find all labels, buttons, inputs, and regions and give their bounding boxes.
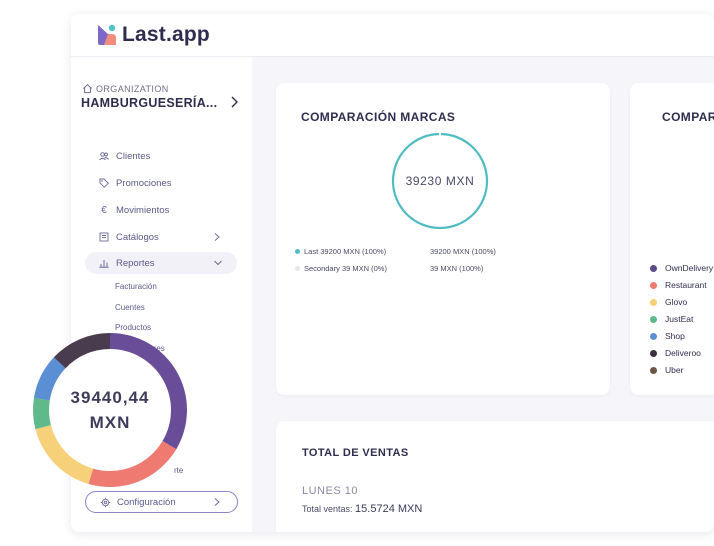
sidebar-item-catalogos[interactable]: Catálogos <box>85 226 237 248</box>
legend-dot <box>650 332 657 340</box>
sidebar-item-label: Movimientos <box>116 204 170 216</box>
chevron-right-icon[interactable] <box>229 95 239 109</box>
legend-dot <box>295 249 300 254</box>
logo-text: Last.app <box>122 23 210 46</box>
legend-value-text: 39200 MXN (100%) <box>430 247 496 256</box>
org-label: ORGANIZATION <box>96 84 169 94</box>
sidebar-item-reportes[interactable]: Reportes <box>85 252 237 274</box>
brand-label: JustEat <box>665 314 694 324</box>
legend-label: Secondary 39 MXN (0%) <box>304 264 387 273</box>
legend-item: Secondary 39 MXN (0%) <box>295 264 387 273</box>
home-icon <box>83 83 92 94</box>
brand-label: Glovo <box>665 297 688 307</box>
bar-chart-icon <box>99 260 109 268</box>
overlay-donut-value: 39440,44 MXN <box>31 331 189 489</box>
legend-dot <box>650 315 657 323</box>
legend-dot <box>650 298 657 306</box>
org-name[interactable]: HAMBURGUESERÍA... <box>81 96 217 110</box>
legend-dot <box>295 266 300 271</box>
sidebar-item-clientes[interactable]: Clientes <box>85 145 237 167</box>
top-bar: Last.app <box>71 14 714 57</box>
legend-label: Last 39200 MXN (100%) <box>304 247 387 256</box>
legend-dot <box>650 281 657 289</box>
sidebar-item-label: Reportes <box>116 257 155 269</box>
legend-value: 39 MXN (100%) <box>430 264 483 273</box>
overlay-value-currency: MXN <box>89 413 131 432</box>
brand-legend-item: Glovo <box>650 297 687 307</box>
gear-icon <box>100 497 111 507</box>
legend-dot <box>650 366 657 374</box>
chevron-right-icon <box>214 233 220 241</box>
brand-label: OwnDelivery <box>665 263 714 273</box>
donut-center-value: 39230 MXN <box>405 174 475 188</box>
chevron-down-icon <box>214 260 222 266</box>
comparacion-marcas-card: COMPARACIÓN MARCAS 39230 MXN Last 39200 … <box>276 83 610 395</box>
euro-icon: € <box>101 204 107 216</box>
submenu-facturacion[interactable]: Facturación <box>115 282 157 291</box>
brand-label: Uber <box>665 365 684 375</box>
last-logo-icon <box>98 24 116 45</box>
legend-value-text: 39 MXN (100%) <box>430 264 484 273</box>
configuracion-label: Configuración <box>117 496 176 508</box>
brand-legend-item: JustEat <box>650 314 693 324</box>
total-ventas-card: TOTAL DE VENTAS LUNES 10 Total ventas: 1… <box>276 421 714 532</box>
card-title: COMPARACIÓN MARCAS <box>301 110 456 124</box>
users-icon <box>99 152 109 161</box>
submenu-cuentes[interactable]: Cuentes <box>115 303 145 312</box>
sidebar-item-movimientos[interactable]: € Movimientos <box>85 199 237 221</box>
configuracion-button[interactable]: Configuración <box>85 491 238 513</box>
card-title: TOTAL DE VENTAS <box>302 447 409 459</box>
tag-icon <box>99 178 109 188</box>
sidebar-item-label: Clientes <box>116 150 151 162</box>
catalog-icon <box>99 232 109 242</box>
brand-label: Deliveroo <box>665 348 701 358</box>
legend-value: 39200 MXN (100%) <box>430 247 496 256</box>
sidebar-item-label: Promociones <box>116 177 172 189</box>
brand-legend-item: Deliveroo <box>650 348 701 358</box>
sales-total-label: Total ventas: <box>302 504 353 514</box>
comparacion-canales-card: COMPAR OwnDelivery Restaurant Glovo Just… <box>630 83 714 395</box>
brand-label: Shop <box>665 331 685 341</box>
legend-dot <box>650 264 657 272</box>
legend-item: Last 39200 MXN (100%) <box>295 247 386 256</box>
overlay-value-amount: 39440,44 <box>70 388 150 407</box>
brand-legend-item: OwnDelivery <box>650 263 713 273</box>
legend-dot <box>650 349 657 357</box>
chevron-right-icon <box>214 498 220 506</box>
sidebar-item-promociones[interactable]: Promociones <box>85 172 237 194</box>
sales-day: LUNES 10 <box>302 485 358 497</box>
brand-legend-item: Restaurant <box>650 280 707 290</box>
brand-legend-item: Shop <box>650 331 685 341</box>
brand-legend-item: Uber <box>650 365 683 375</box>
brand-label: Restaurant <box>665 280 707 290</box>
card-title: COMPAR <box>662 110 714 124</box>
sales-total-value: 15.5724 MXN <box>355 503 423 515</box>
app-logo[interactable]: Last.app <box>95 20 210 50</box>
sales-total: Total ventas: 15.5724 MXN <box>302 503 422 515</box>
sidebar-item-label: Catálogos <box>116 231 159 243</box>
